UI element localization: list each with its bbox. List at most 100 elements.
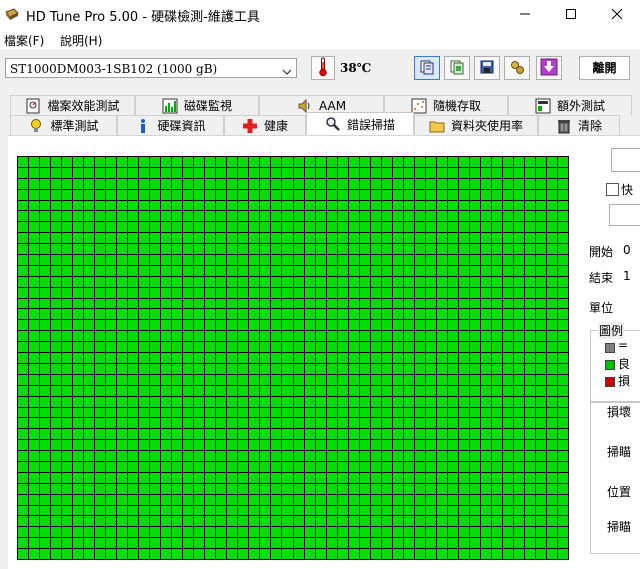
tab-health[interactable]: 健康 — [224, 115, 306, 135]
scan-block — [436, 331, 447, 342]
scan-block — [414, 276, 425, 287]
scan-block — [458, 374, 469, 385]
tab-benchmark[interactable]: 標準測試 — [10, 115, 117, 135]
scan-block — [535, 407, 546, 418]
scan-block — [139, 516, 150, 527]
scan-block — [480, 222, 491, 233]
scan-block — [51, 276, 62, 287]
scan-block — [117, 320, 128, 331]
tab-file-benchmark[interactable]: 檔案效能測試 — [10, 95, 135, 115]
scan-block — [128, 287, 139, 298]
tab-folder-usage[interactable]: 資料夾使用率 — [414, 115, 538, 135]
scan-block — [557, 276, 568, 287]
scan-block — [447, 287, 458, 298]
scan-block — [403, 516, 414, 527]
scan-block — [403, 461, 414, 472]
scan-block — [304, 527, 315, 538]
scan-block — [117, 516, 128, 527]
scan-block — [425, 244, 436, 255]
scan-block — [194, 363, 205, 374]
copy-info-button[interactable] — [414, 56, 440, 80]
scan-block — [139, 472, 150, 483]
scan-block — [84, 429, 95, 440]
scan-block — [84, 167, 95, 178]
tab-error-scan[interactable]: 錯誤掃描 — [306, 112, 414, 135]
scan-block — [370, 167, 381, 178]
scan-block — [535, 363, 546, 374]
scan-block — [403, 211, 414, 222]
scan-block — [172, 233, 183, 244]
scan-block — [315, 309, 326, 320]
scan-block — [205, 472, 216, 483]
scan-block — [315, 516, 326, 527]
scan-block — [29, 244, 40, 255]
scan-block — [348, 472, 359, 483]
download-button[interactable] — [536, 56, 562, 80]
scan-block — [161, 233, 172, 244]
scan-block — [458, 494, 469, 505]
tab-extra-tests[interactable]: 額外測試 — [508, 95, 632, 115]
scan-block — [436, 472, 447, 483]
drive-select[interactable]: ST1000DM003-1SB102 (1000 gB) — [5, 58, 297, 78]
scan-block — [414, 483, 425, 494]
scan-block — [172, 472, 183, 483]
exit-button[interactable]: 離開 — [579, 56, 630, 80]
scan-block — [403, 342, 414, 353]
tab-disk-monitor[interactable]: 磁碟監視 — [135, 95, 259, 115]
scan-block — [293, 200, 304, 211]
start-value[interactable]: 0 — [623, 243, 631, 257]
end-value[interactable]: 1 — [623, 269, 631, 283]
scan-block — [447, 363, 458, 374]
scan-block — [513, 385, 524, 396]
scan-block — [480, 407, 491, 418]
scan-block — [216, 244, 227, 255]
scan-block — [128, 516, 139, 527]
scan-block — [315, 167, 326, 178]
scan-block — [40, 331, 51, 342]
scan-block — [205, 538, 216, 549]
scan-block — [469, 200, 480, 211]
scan-block — [436, 374, 447, 385]
scan-block — [381, 385, 392, 396]
scan-block — [95, 265, 106, 276]
scan-block — [18, 167, 29, 178]
scan-block — [392, 222, 403, 233]
scan-block — [381, 342, 392, 353]
scan-block — [18, 298, 29, 309]
scan-block — [469, 527, 480, 538]
copy-screen-button[interactable] — [444, 56, 470, 80]
save-button[interactable] — [474, 56, 500, 80]
options-button[interactable] — [504, 56, 530, 80]
scan-block — [216, 287, 227, 298]
scan-block — [392, 549, 403, 559]
tab-drive-info[interactable]: 硬碟資訊 — [117, 115, 224, 135]
scan-block — [381, 527, 392, 538]
scan-block — [271, 516, 282, 527]
menu-help[interactable]: 說明(H) — [60, 32, 102, 49]
minimize-button[interactable] — [502, 0, 548, 30]
scan-block — [84, 331, 95, 342]
maximize-button[interactable] — [548, 0, 594, 30]
scan-block — [326, 342, 337, 353]
menu-file[interactable]: 檔案(F) — [4, 32, 44, 49]
scan-block — [84, 157, 95, 167]
scan-block — [337, 505, 348, 516]
scan-block — [62, 287, 73, 298]
scan-block — [348, 407, 359, 418]
scan-block — [205, 342, 216, 353]
scan-block — [117, 222, 128, 233]
scan-block — [205, 440, 216, 451]
scan-block — [524, 461, 535, 472]
tab-erase[interactable]: 清除 — [538, 115, 620, 135]
scan-block — [469, 353, 480, 363]
scan-block — [282, 385, 293, 396]
scan-block — [546, 157, 557, 167]
scan-block — [260, 461, 271, 472]
scan-block — [403, 451, 414, 461]
temperature-button[interactable] — [311, 56, 335, 80]
close-button[interactable] — [594, 0, 640, 30]
scan-block — [161, 309, 172, 320]
scan-block — [403, 178, 414, 189]
scan-block — [447, 538, 458, 549]
scan-block — [337, 407, 348, 418]
